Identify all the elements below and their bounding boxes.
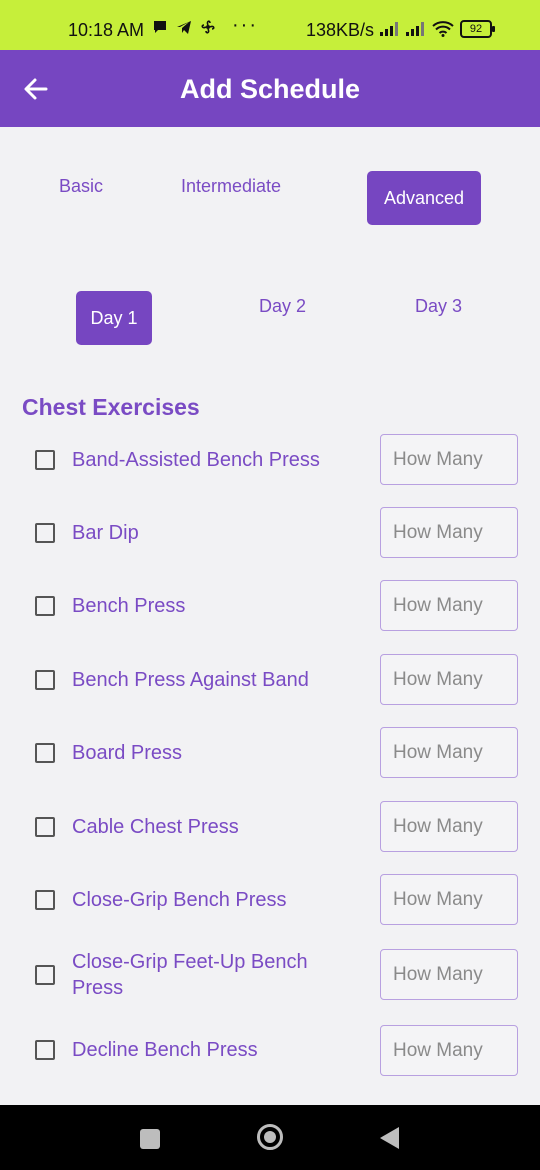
exercise-label: Cable Chest Press (72, 816, 239, 838)
telegram-icon (177, 21, 191, 34)
notification-icons (152, 19, 216, 35)
wifi-icon (432, 21, 454, 37)
exercise-checkbox[interactable] (35, 890, 55, 910)
exercise-label: Board Press (72, 742, 183, 764)
exercise-row: Close-Grip Bench Press (0, 874, 540, 926)
exercise-row: Cable Chest Press (0, 801, 540, 853)
day-tab-3[interactable]: Day 3 (415, 296, 462, 317)
how-many-input[interactable] (380, 434, 518, 485)
status-time: 10:18 AM (68, 20, 145, 40)
exercise-label: Close-Grip Feet-Up Bench Press (72, 951, 308, 999)
recents-button[interactable] (140, 1129, 160, 1149)
level-tab-advanced[interactable]: Advanced (367, 171, 481, 225)
how-many-input[interactable] (380, 727, 518, 778)
how-many-input[interactable] (380, 949, 518, 1000)
page-title: Add Schedule (179, 74, 361, 104)
app-bar: Add Schedule (0, 50, 540, 127)
more-notifications: ··· (232, 14, 258, 36)
exercise-row: Bench Press (0, 580, 540, 632)
level-tab-basic[interactable]: Basic (59, 176, 103, 197)
battery-icon: 92 (460, 20, 495, 38)
how-many-input[interactable] (380, 654, 518, 705)
exercise-checkbox[interactable] (35, 523, 55, 543)
exercise-row: Close-Grip Feet-Up Bench Press (0, 949, 540, 1001)
status-bar: 10:18 AM ··· 138KB/s 92 (0, 0, 540, 50)
exercise-label: Bench Press (72, 595, 186, 617)
exercise-label: Decline Bench Press (72, 1039, 258, 1061)
signal-icon (380, 22, 398, 36)
exercise-row: Decline Bench Press (0, 1025, 540, 1077)
exercise-row: Band-Assisted Bench Press (0, 434, 540, 486)
how-many-input[interactable] (380, 801, 518, 852)
system-icons: 92 (380, 20, 495, 38)
day-tab-2[interactable]: Day 2 (259, 296, 306, 317)
exercise-checkbox[interactable] (35, 596, 55, 616)
system-back-button[interactable] (380, 1127, 399, 1149)
chat-icon (154, 21, 166, 33)
exercise-checkbox[interactable] (35, 1040, 55, 1060)
day-tab-1[interactable]: Day 1 (76, 291, 152, 345)
system-nav-bar (0, 1105, 540, 1170)
exercise-checkbox[interactable] (35, 743, 55, 763)
network-speed: 138KB/s (306, 20, 375, 40)
how-many-input[interactable] (380, 507, 518, 558)
how-many-input[interactable] (380, 874, 518, 925)
how-many-input[interactable] (380, 1025, 518, 1076)
fan-icon (201, 20, 215, 34)
exercise-checkbox[interactable] (35, 965, 55, 985)
exercise-row: Board Press (0, 727, 540, 779)
exercise-label: Bench Press Against Band (72, 669, 309, 691)
signal-icon (406, 22, 424, 36)
level-tab-intermediate[interactable]: Intermediate (181, 176, 281, 197)
home-button[interactable] (257, 1124, 283, 1150)
exercise-checkbox[interactable] (35, 450, 55, 470)
how-many-input[interactable] (380, 580, 518, 631)
exercise-checkbox[interactable] (35, 670, 55, 690)
exercise-checkbox[interactable] (35, 817, 55, 837)
exercise-row: Bench Press Against Band (0, 654, 540, 706)
exercise-row: Bar Dip (0, 507, 540, 559)
exercise-label: Bar Dip (72, 522, 139, 544)
section-title: Chest Exercises (22, 394, 200, 420)
exercise-label: Close-Grip Bench Press (72, 889, 287, 911)
exercise-label: Band-Assisted Bench Press (72, 449, 320, 471)
